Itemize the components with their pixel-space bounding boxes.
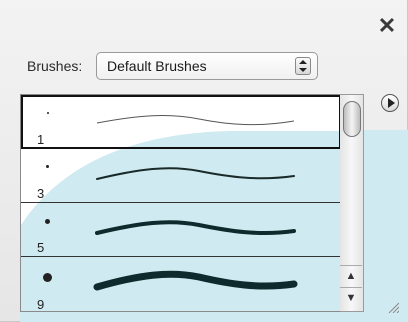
brush-size-label: 5 <box>37 240 45 255</box>
brush-row-5[interactable]: 5 <box>21 203 341 257</box>
brush-preset-value: Default Brushes <box>107 58 207 74</box>
panel-menu-button[interactable] <box>381 94 399 112</box>
arrow-up-icon: ▲ <box>345 270 357 282</box>
brush-list[interactable]: 1 3 5 9 <box>20 94 342 312</box>
resize-grip-icon[interactable] <box>387 301 399 313</box>
brushes-panel: ✕ Brushes: Default Brushes 1 3 5 9 ▲ ▼ <box>0 0 408 322</box>
flyout-menu-icon <box>388 98 395 108</box>
arrow-down-icon: ▼ <box>345 292 357 304</box>
brush-list-scrollbar[interactable]: ▲ ▼ <box>340 94 364 312</box>
brush-stroke-preview <box>96 167 295 180</box>
brushes-label: Brushes: <box>27 58 83 74</box>
brush-tip-icon <box>43 273 52 282</box>
scroll-down-button[interactable]: ▼ <box>340 287 362 308</box>
brush-stroke-preview <box>95 220 296 236</box>
up-down-stepper-icon <box>295 57 311 75</box>
brush-size-label: 3 <box>37 186 45 201</box>
brush-row-1[interactable]: 1 <box>21 95 341 149</box>
scroll-up-button[interactable]: ▲ <box>340 265 362 286</box>
close-icon: ✕ <box>377 13 397 38</box>
brush-size-label: 1 <box>37 132 45 147</box>
brush-size-label: 9 <box>37 297 45 312</box>
scrollbar-thumb[interactable] <box>343 101 361 137</box>
brush-row-9[interactable]: 9 <box>21 257 341 312</box>
brush-tip-icon <box>45 219 50 224</box>
close-button[interactable]: ✕ <box>377 13 397 38</box>
brush-stroke-preview <box>96 115 295 126</box>
brush-row-3[interactable]: 3 <box>21 149 341 203</box>
brush-stroke-preview <box>93 270 298 291</box>
brush-tip-icon <box>47 112 49 114</box>
brush-preset-select[interactable]: Default Brushes <box>96 52 318 80</box>
brush-tip-icon <box>46 165 49 168</box>
